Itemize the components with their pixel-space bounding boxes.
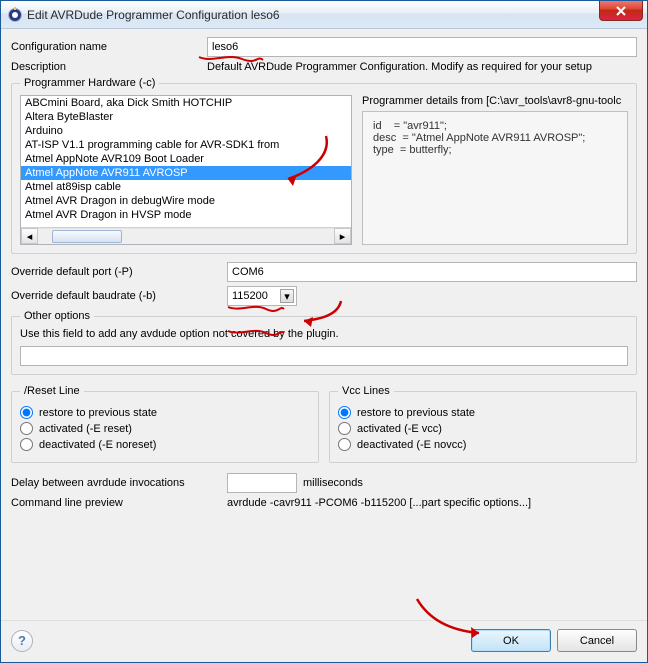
reset-line-legend: /Reset Line [20,385,84,397]
override-baud-combo[interactable]: 115200 ▾ [227,286,297,306]
dialog-content: Configuration name Description Default A… [1,29,647,620]
programmer-list-item[interactable]: Arduino [21,124,351,138]
dialog-window: Edit AVRDude Programmer Configuration le… [0,0,648,663]
config-name-label: Configuration name [11,41,201,53]
help-icon[interactable]: ? [11,630,33,652]
override-port-input[interactable] [227,262,637,282]
description-label: Description [11,61,201,73]
scroll-left-icon[interactable]: ◂ [21,228,38,244]
reset-activated-radio[interactable]: activated (-E reset) [20,422,310,435]
close-button[interactable] [599,1,643,21]
vcc-restore-radio[interactable]: restore to previous state [338,406,628,419]
programmer-hardware-group: Programmer Hardware (-c) ABCmini Board, … [11,77,637,254]
override-baud-label: Override default baudrate (-b) [11,290,221,302]
vcc-deactivated-radio[interactable]: deactivated (-E novcc) [338,438,628,451]
cmd-preview-value: avrdude -cavr911 -PCOM6 -b115200 [...par… [227,497,531,509]
other-options-legend: Other options [20,310,94,322]
programmer-hardware-legend: Programmer Hardware (-c) [20,77,159,89]
app-icon [7,7,23,23]
ok-button[interactable]: OK [471,629,551,652]
scroll-track[interactable] [38,228,334,244]
reset-line-group: /Reset Line restore to previous state ac… [11,385,319,463]
programmer-list-item[interactable]: Atmel AppNote AVR109 Boot Loader [21,152,351,166]
window-title: Edit AVRDude Programmer Configuration le… [27,8,280,22]
programmer-list-item[interactable]: AT-ISP V1.1 programming cable for AVR-SD… [21,138,351,152]
programmer-list-item[interactable]: ABCmini Board, aka Dick Smith HOTCHIP [21,96,351,110]
programmer-list-item[interactable]: Atmel AppNote AVR911 AVROSP [21,166,351,180]
delay-unit-label: milliseconds [303,477,363,489]
programmer-listbox[interactable]: ABCmini Board, aka Dick Smith HOTCHIPAlt… [21,96,351,227]
vcc-lines-group: Vcc Lines restore to previous state acti… [329,385,637,463]
programmer-details-box: id = "avr911"; desc = "Atmel AppNote AVR… [362,111,628,245]
programmer-list-item[interactable]: Atmel AVR Dragon in debugWire mode [21,194,351,208]
cancel-button[interactable]: Cancel [557,629,637,652]
scroll-right-icon[interactable]: ▸ [334,228,351,244]
vcc-activated-radio[interactable]: activated (-E vcc) [338,422,628,435]
other-options-input[interactable] [20,346,628,366]
other-options-group: Other options Use this field to add any … [11,310,637,375]
description-value: Default AVRDude Programmer Configuration… [207,61,637,73]
dialog-footer: ? OK Cancel [1,620,647,662]
programmer-list-item[interactable]: Atmel at89isp cable [21,180,351,194]
programmer-list-item[interactable]: Altera ByteBlaster [21,110,351,124]
delay-label: Delay between avrdude invocations [11,477,221,489]
programmer-details-label: Programmer details from [C:\avr_tools\av… [362,95,628,107]
reset-restore-radio[interactable]: restore to previous state [20,406,310,419]
chevron-down-icon: ▾ [280,289,294,303]
config-name-input[interactable] [207,37,637,57]
override-baud-value: 115200 [232,290,268,302]
list-horizontal-scrollbar[interactable]: ◂ ▸ [21,227,351,244]
override-port-label: Override default port (-P) [11,266,221,278]
titlebar[interactable]: Edit AVRDude Programmer Configuration le… [1,1,647,29]
scroll-thumb[interactable] [52,230,122,243]
programmer-list-item[interactable]: Atmel AVR Dragon in HVSP mode [21,208,351,222]
programmer-listbox-wrap: ABCmini Board, aka Dick Smith HOTCHIPAlt… [20,95,352,245]
reset-deactivated-radio[interactable]: deactivated (-E noreset) [20,438,310,451]
cmd-preview-label: Command line preview [11,497,221,509]
other-options-hint: Use this field to add any avdude option … [20,328,628,340]
delay-input[interactable] [227,473,297,493]
vcc-lines-legend: Vcc Lines [338,385,394,397]
